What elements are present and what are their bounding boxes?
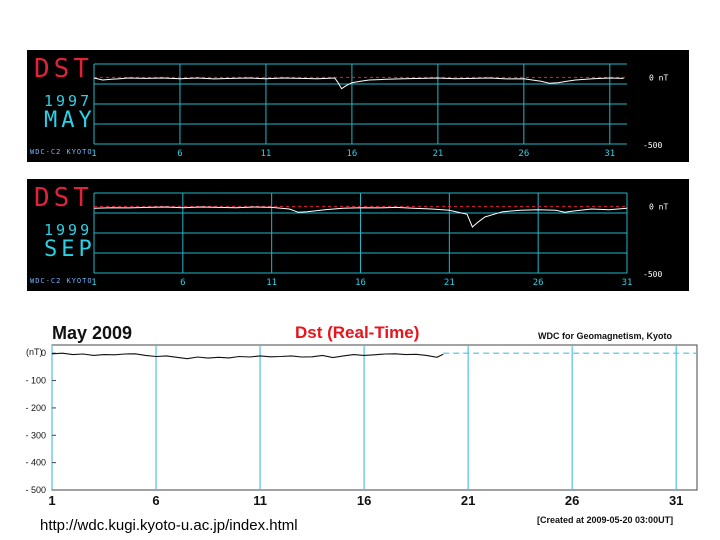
x-tick-16: 16 [355,278,366,288]
dst-1999-chart: 1 6 11 16 21 26 31 0 nT -500 DST 1999 SEP WDC-C2… [27,179,689,291]
month-label: MAY [44,108,96,133]
x-tick-21: 21 [432,149,443,159]
dst-1999-plot: 1 6 11 16 21 26 310 nT-500 [91,192,668,288]
dst-series-line [93,77,624,90]
chart-month: May 2009 [52,323,133,343]
created-timestamp: [Created at 2009-05-20 03:00UT] [537,515,674,525]
x-tick-26: 26 [533,278,544,288]
dst-realtime-chart: 1 6 11 16 21 26 31 0- 100- 200- 300- 400- 500 (n… [0,318,720,540]
x-tick-26: 26 [565,493,579,508]
chart-source: WDC for Geomagnetism, Kyoto [538,331,673,341]
y-axis-label: (nT) [26,347,43,357]
dst-series-line [51,352,444,360]
plot-frame [51,344,698,491]
x-tick-16: 16 [357,493,371,508]
x-tick-6: 6 [152,493,159,508]
dst-realtime-plot: 1 6 11 16 21 26 310- 100- 200- 300- 400- 500(n… [25,344,698,508]
dst-1997-plot: 1 6 11 16 21 26 310 nT-500 [91,63,668,159]
x-tick-21: 21 [461,493,475,508]
x-tick-1: 1 [48,493,55,508]
x-tick-21: 21 [444,278,455,288]
month-label: SEP [44,237,96,262]
y-tick-3: - 300 [25,430,46,440]
y-tick-0: 0 nT [649,73,668,82]
chart-title: Dst (Real-Time) [295,323,420,342]
x-tick-31: 31 [622,278,633,288]
y-tick-500: -500 [643,270,662,279]
caption-label: WDC-C2 KYOTO [30,277,93,285]
y-tick-500: -500 [643,141,662,150]
y-tick-5: - 500 [25,485,46,495]
caption-label: WDC-C2 KYOTO [30,148,93,156]
y-tick-1: - 100 [25,376,46,386]
dst-label: DST [34,54,93,84]
x-tick-26: 26 [518,149,529,159]
x-tick-31: 31 [669,493,683,508]
x-tick-6: 6 [177,149,182,159]
x-tick-11: 11 [261,149,272,159]
x-tick-11: 11 [266,278,277,288]
dst-1997-chart: 1 6 11 16 21 26 31 0 nT -500 DST 1997 MAY WDC-C2… [27,50,689,162]
y-tick-0: 0 nT [649,202,668,211]
x-tick-11: 11 [253,493,267,508]
x-tick-6: 6 [180,278,185,288]
source-url-link[interactable]: http://wdc.kugi.kyoto-u.ac.jp/index.html [40,517,298,534]
x-tick-16: 16 [346,149,357,159]
dst-label: DST [34,183,93,213]
y-tick-2: - 200 [25,403,46,413]
y-tick-4: - 400 [25,458,46,468]
x-tick-31: 31 [604,149,615,159]
